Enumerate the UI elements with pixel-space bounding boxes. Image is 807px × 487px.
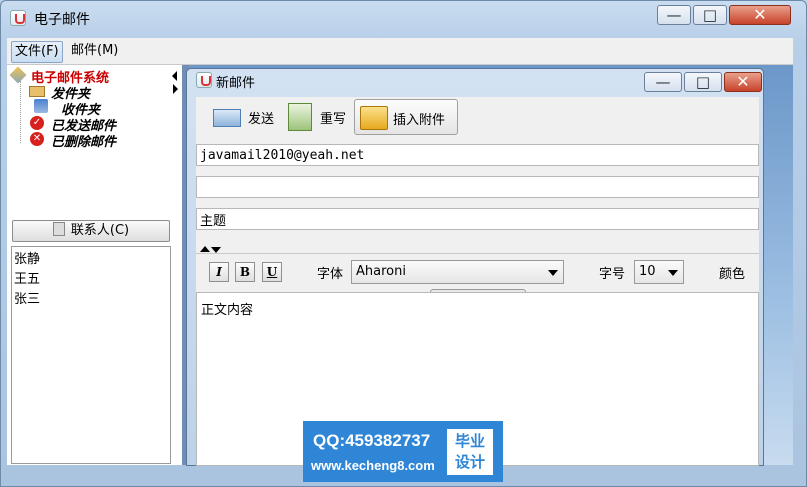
contact-item[interactable]: 王五 bbox=[14, 268, 40, 287]
deleted-x-icon: ✕ bbox=[30, 132, 44, 146]
minimize-icon: — bbox=[666, 6, 682, 24]
compose-window-title: 新邮件 bbox=[216, 76, 256, 91]
maximize-icon: □ bbox=[695, 73, 711, 91]
menu-file[interactable]: 文件(F) bbox=[11, 41, 63, 63]
send-label: 发送 bbox=[248, 112, 275, 127]
contact-item[interactable]: 张静 bbox=[14, 248, 40, 267]
split-up-arrow-icon[interactable] bbox=[200, 246, 210, 252]
divider bbox=[196, 253, 759, 254]
rewrite-label: 重写 bbox=[320, 112, 347, 127]
java-app-icon bbox=[10, 10, 26, 26]
size-select-value: 10 bbox=[639, 264, 656, 279]
collapse-left-arrow-icon[interactable] bbox=[172, 71, 177, 81]
body-text: 正文内容 bbox=[201, 303, 254, 318]
size-label: 字号 bbox=[599, 267, 626, 282]
envelope-icon bbox=[29, 86, 45, 97]
contact-item[interactable]: 张三 bbox=[14, 288, 40, 307]
color-label: 颜色 bbox=[719, 267, 746, 282]
menubar: 文件(F) 邮件(M) bbox=[7, 38, 793, 65]
rewrite-notepad-icon bbox=[288, 103, 312, 131]
left-panel: 电子邮件系统 发件夹 收件夹 ✓ 已发送邮件 ✕ 已删除邮件 联系人(C) 张静… bbox=[7, 65, 183, 465]
attach-label: 插入附件 bbox=[393, 113, 446, 128]
tree-item-sent[interactable]: 已发送邮件 bbox=[51, 115, 116, 134]
contact-list[interactable]: 张静 王五 张三 bbox=[11, 246, 171, 464]
watermark-banner: QQ:459382737 www.kecheng8.com 毕业 设计 bbox=[303, 421, 503, 482]
compose-maximize-button[interactable]: □ bbox=[684, 72, 722, 92]
expand-right-arrow-icon[interactable] bbox=[173, 84, 178, 94]
font-label: 字体 bbox=[317, 267, 344, 282]
attach-folder-icon bbox=[360, 106, 388, 130]
watermark-qq: QQ:459382737 bbox=[313, 431, 431, 450]
minimize-button[interactable]: — bbox=[657, 5, 691, 25]
tree-root-label[interactable]: 电子邮件系统 bbox=[31, 67, 109, 86]
tree-item-outbox[interactable]: 发件夹 bbox=[51, 83, 90, 102]
maximize-icon: □ bbox=[702, 6, 718, 24]
rewrite-button[interactable]: 重写 bbox=[284, 99, 354, 135]
close-button[interactable]: ✕ bbox=[729, 5, 791, 25]
watermark-badge: 毕业 设计 bbox=[447, 429, 493, 475]
inbox-download-icon bbox=[34, 99, 48, 113]
contacts-icon bbox=[52, 222, 65, 236]
chevron-down-icon bbox=[548, 270, 558, 276]
tree-item-inbox[interactable]: 收件夹 bbox=[61, 99, 100, 118]
window-title: 电子邮件 bbox=[34, 12, 90, 28]
send-envelope-icon bbox=[213, 109, 241, 127]
sent-check-icon: ✓ bbox=[30, 116, 44, 130]
watermark-badge-line1: 毕业 bbox=[454, 432, 485, 450]
menu-mail[interactable]: 邮件(M) bbox=[68, 41, 121, 61]
font-select-value: Aharoni bbox=[356, 264, 406, 279]
attach-button[interactable]: 插入附件 bbox=[354, 99, 458, 135]
font-select[interactable]: Aharoni bbox=[351, 260, 564, 284]
size-select[interactable]: 10 bbox=[634, 260, 684, 284]
tree-connector bbox=[20, 81, 22, 143]
cc-field[interactable] bbox=[196, 176, 759, 198]
italic-button[interactable]: I bbox=[209, 262, 229, 282]
watermark-badge-line2: 设计 bbox=[454, 453, 485, 471]
tree-item-deleted[interactable]: 已删除邮件 bbox=[51, 131, 116, 150]
close-icon: ✕ bbox=[736, 72, 750, 91]
folder-tree-root-icon bbox=[9, 66, 27, 84]
compose-close-button[interactable]: ✕ bbox=[724, 72, 762, 92]
bold-button[interactable]: B bbox=[235, 262, 255, 282]
send-button[interactable]: 发送 bbox=[210, 99, 282, 135]
maximize-button[interactable]: □ bbox=[693, 5, 727, 25]
compose-minimize-button[interactable]: — bbox=[644, 72, 682, 92]
subject-field[interactable] bbox=[196, 208, 759, 230]
split-pane-edge bbox=[179, 65, 182, 465]
close-icon: ✕ bbox=[753, 5, 767, 24]
to-field[interactable] bbox=[196, 144, 759, 166]
compose-window-icon bbox=[196, 72, 212, 88]
contacts-button-label: 联系人(C) bbox=[70, 223, 130, 238]
watermark-url: www.kecheng8.com bbox=[311, 458, 435, 473]
underline-button[interactable]: U bbox=[262, 262, 282, 282]
minimize-icon: — bbox=[655, 73, 671, 91]
chevron-down-icon bbox=[668, 270, 678, 276]
contacts-button[interactable]: 联系人(C) bbox=[12, 220, 170, 242]
